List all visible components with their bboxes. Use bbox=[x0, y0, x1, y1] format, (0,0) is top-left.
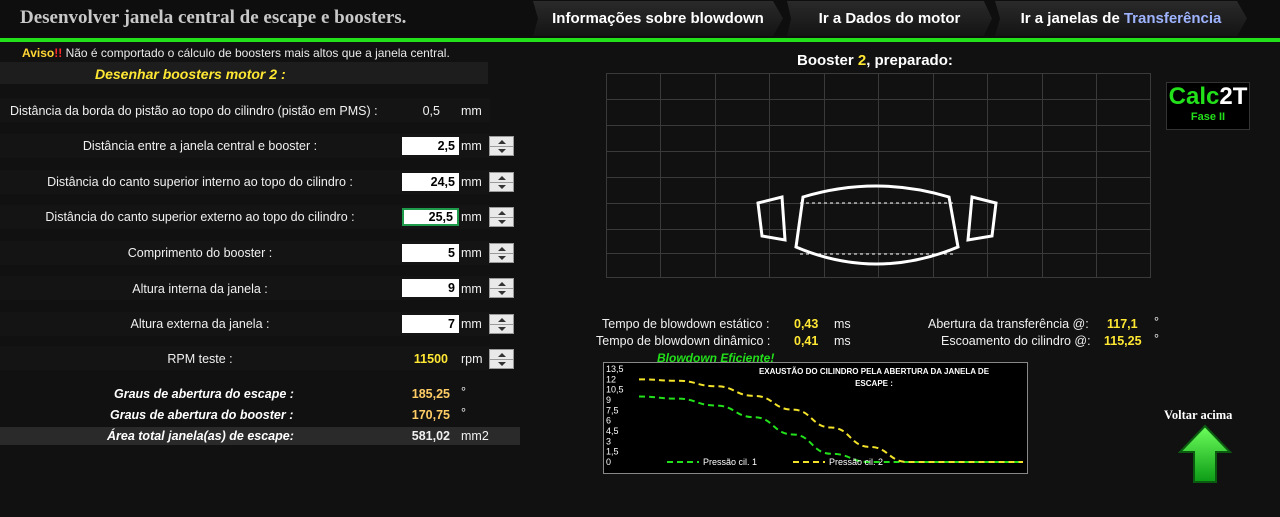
chart-title-line-1: EXAUSTÃO DO CILINDRO PELA ABERTURA DA JA… bbox=[759, 367, 990, 376]
chart-y-tick-label: 10,5 bbox=[606, 385, 624, 395]
chart-title-line-2: ESCAPE : bbox=[855, 379, 893, 388]
spinner-down-icon[interactable] bbox=[490, 359, 513, 368]
rpm-label: RPM teste : bbox=[167, 352, 233, 366]
chart-legend-label-1: Pressão cil. 1 bbox=[703, 457, 757, 467]
outer-corner-distance-unit: mm bbox=[461, 210, 482, 224]
transfer-opening-value: 117,1 bbox=[1107, 317, 1138, 331]
spinner-down-icon[interactable] bbox=[490, 288, 513, 297]
outer-corner-distance-input[interactable]: 25,5 bbox=[402, 208, 459, 226]
chart-y-tick-label: 1,5 bbox=[606, 447, 619, 457]
escape-degrees-unit: ° bbox=[461, 385, 466, 399]
nav-engine-data-button[interactable]: Ir a Dados do motor bbox=[787, 1, 992, 36]
escape-degrees-value: 185,25 bbox=[411, 387, 450, 401]
chart-frame bbox=[603, 362, 1028, 474]
nav-blowdown-info-button[interactable]: Informações sobre blowdown bbox=[533, 1, 783, 36]
central-booster-distance-unit: mm bbox=[461, 139, 482, 153]
chart-y-tick-label: 0 bbox=[606, 457, 611, 467]
booster-title: Booster 2, preparado: bbox=[797, 52, 953, 69]
outer-height-spinner[interactable] bbox=[489, 314, 514, 334]
inner-corner-distance-unit: mm bbox=[461, 175, 482, 189]
inner-height-label: Altura interna da janela : bbox=[132, 282, 268, 296]
rpm-value[interactable]: 11500 bbox=[388, 352, 448, 366]
spinner-up-icon[interactable] bbox=[490, 173, 513, 182]
drawing-grid bbox=[606, 73, 1151, 278]
central-booster-distance-input[interactable]: 2,5 bbox=[402, 137, 459, 155]
inner-corner-distance-input[interactable]: 24,5 bbox=[402, 173, 459, 191]
exhaust-chart: EXAUSTÃO DO CILINDRO PELA ABERTURA DA JA… bbox=[603, 362, 1028, 474]
cylinder-flow-label: Escoamento do cilindro @: bbox=[941, 334, 1091, 348]
central-booster-distance-spinner[interactable] bbox=[489, 136, 514, 156]
spinner-up-icon[interactable] bbox=[490, 208, 513, 217]
spinner-down-icon[interactable] bbox=[490, 182, 513, 191]
total-area-label: Área total janela(as) de escape: bbox=[107, 429, 294, 443]
booster-length-unit: mm bbox=[461, 246, 482, 260]
static-blowdown-label: Tempo de blowdown estático : bbox=[602, 317, 770, 331]
booster-length-input[interactable]: 5 bbox=[402, 244, 459, 262]
dynamic-blowdown-unit: ms bbox=[834, 334, 851, 348]
outer-height-input[interactable]: 7 bbox=[402, 315, 459, 333]
inner-corner-distance-label: Distância do canto superior interno ao t… bbox=[47, 175, 353, 189]
transfer-opening-unit: ° bbox=[1154, 315, 1159, 329]
booster-degrees-value: 170,75 bbox=[411, 408, 450, 422]
cylinder-flow-unit: ° bbox=[1154, 332, 1159, 346]
static-blowdown-value: 0,43 bbox=[794, 317, 819, 331]
transfer-opening-label: Abertura da transferência @: bbox=[928, 317, 1089, 331]
outer-height-unit: mm bbox=[461, 317, 482, 331]
outer-corner-distance-spinner[interactable] bbox=[489, 207, 514, 227]
booster-degrees-label: Graus de abertura do booster : bbox=[110, 408, 294, 422]
page-title: Desenvolver janela central de escape e b… bbox=[20, 7, 407, 28]
inner-height-input[interactable]: 9 bbox=[402, 279, 459, 297]
booster-degrees-unit: ° bbox=[461, 406, 466, 420]
dynamic-blowdown-value: 0,41 bbox=[794, 334, 819, 348]
central-booster-distance-label: Distância entre a janela central e boost… bbox=[82, 139, 318, 153]
chart-y-tick-label: 12 bbox=[606, 374, 616, 384]
piston-distance-label: Distância da borda do pistão ao topo do … bbox=[10, 104, 378, 118]
piston-distance-unit: mm bbox=[461, 104, 482, 118]
spinner-down-icon[interactable] bbox=[490, 217, 513, 226]
chart-y-tick-label: 13,5 bbox=[606, 364, 624, 374]
calc2t-logo: Calc2T Fase II bbox=[1166, 82, 1250, 130]
spinner-up-icon[interactable] bbox=[490, 279, 513, 288]
cylinder-flow-value: 115,25 bbox=[1104, 334, 1142, 348]
spinner-down-icon[interactable] bbox=[490, 324, 513, 333]
booster-length-label: Comprimento do booster : bbox=[127, 246, 273, 260]
back-to-top-label: Voltar acima bbox=[1164, 408, 1233, 422]
header-accent-line bbox=[0, 38, 1280, 42]
spinner-down-icon[interactable] bbox=[490, 253, 513, 262]
total-area-unit: mm2 bbox=[461, 429, 489, 443]
chart-legend-label-2: Pressão cil. 2 bbox=[829, 457, 883, 467]
escape-degrees-label: Graus de abertura do escape : bbox=[114, 387, 294, 401]
section-title: Desenhar boosters motor 2 : bbox=[95, 66, 286, 82]
warning-text: Aviso!! Não é comportado o cálculo de bo… bbox=[22, 46, 450, 60]
spinner-up-icon[interactable] bbox=[490, 244, 513, 253]
chart-y-tick-label: 6 bbox=[606, 416, 611, 426]
total-area-value: 581,02 bbox=[411, 429, 450, 443]
spinner-down-icon[interactable] bbox=[490, 146, 513, 155]
chart-y-tick-label: 9 bbox=[606, 395, 611, 405]
inner-corner-distance-spinner[interactable] bbox=[489, 172, 514, 192]
back-to-top-arrow-icon[interactable] bbox=[1178, 424, 1232, 484]
chart-y-tick-label: 3 bbox=[606, 436, 611, 446]
inner-height-unit: mm bbox=[461, 282, 482, 296]
inner-height-spinner[interactable] bbox=[489, 278, 514, 298]
chart-y-tick-label: 7,5 bbox=[606, 405, 619, 415]
chart-y-tick-label: 4,5 bbox=[606, 426, 619, 436]
spinner-up-icon[interactable] bbox=[490, 315, 513, 324]
dynamic-blowdown-label: Tempo de blowdown dinâmico : bbox=[596, 334, 771, 348]
rpm-unit: rpm bbox=[461, 352, 483, 366]
piston-distance-value: 0,5 bbox=[422, 104, 440, 118]
spinner-up-icon[interactable] bbox=[490, 350, 513, 359]
booster-length-spinner[interactable] bbox=[489, 243, 514, 263]
rpm-spinner[interactable] bbox=[489, 349, 514, 369]
outer-height-label: Altura externa da janela : bbox=[130, 317, 270, 331]
static-blowdown-unit: ms bbox=[834, 317, 851, 331]
spinner-up-icon[interactable] bbox=[490, 137, 513, 146]
outer-corner-distance-label: Distância do canto superior externo ao t… bbox=[45, 210, 355, 224]
port-drawing bbox=[606, 73, 1151, 278]
nav-transfer-ports-button[interactable]: Ir a janelas de Transferência bbox=[995, 1, 1247, 36]
